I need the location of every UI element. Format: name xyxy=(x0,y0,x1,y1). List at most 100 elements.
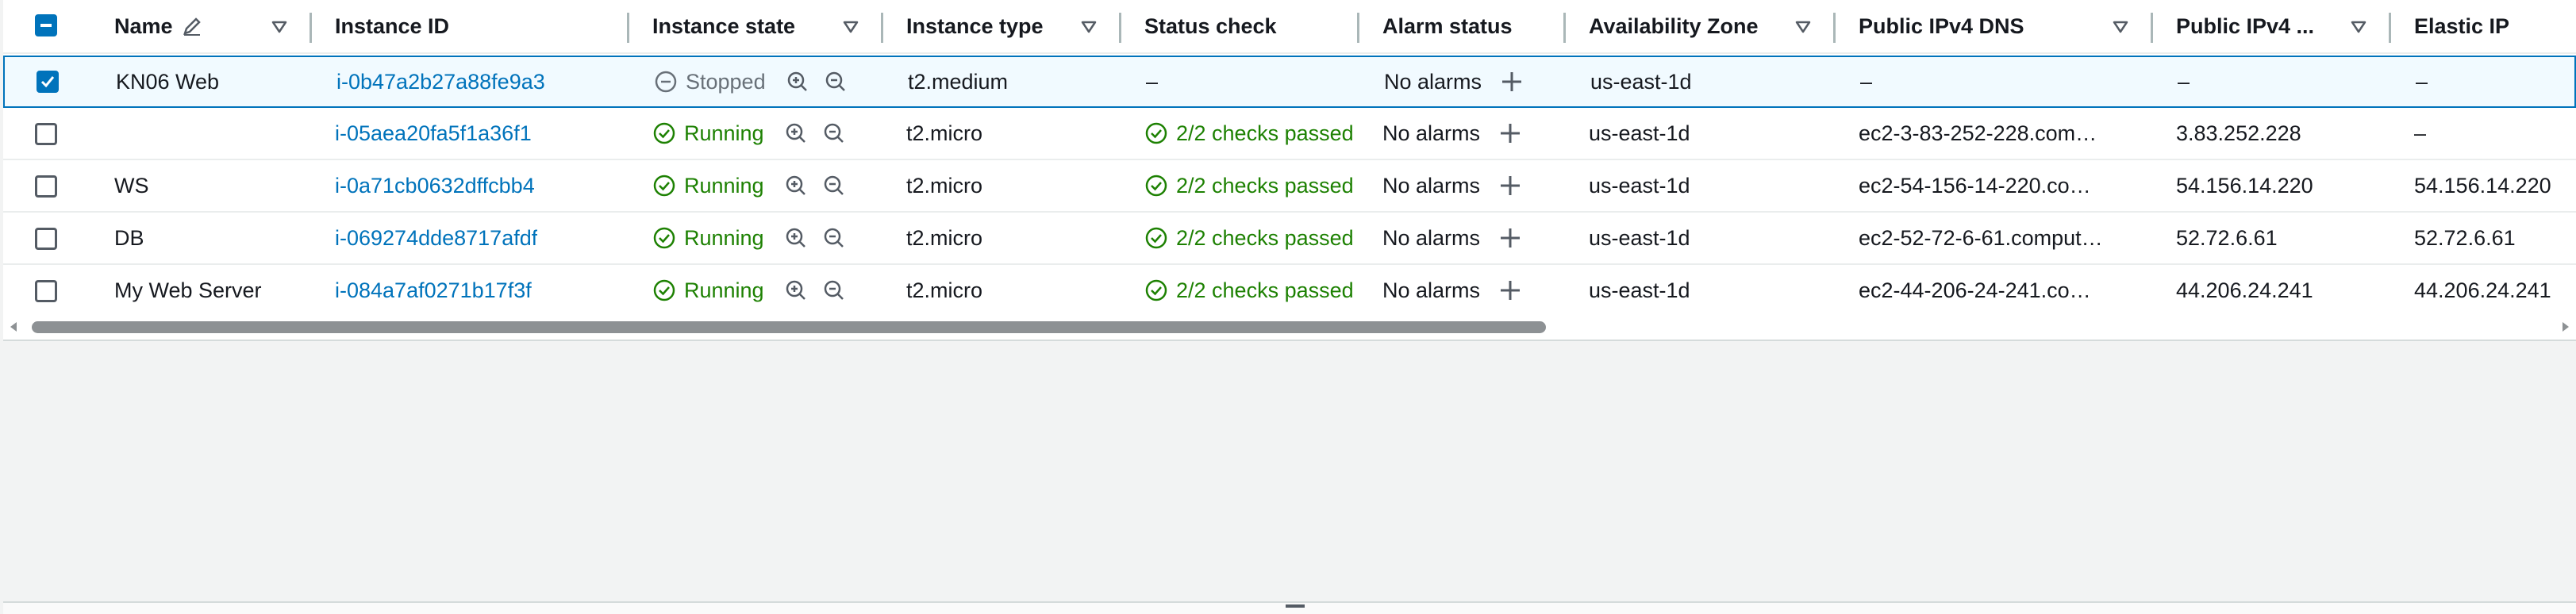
zoom-in-icon[interactable] xyxy=(782,224,810,252)
column-resizer[interactable] xyxy=(627,13,629,43)
instance-state: Running xyxy=(652,160,848,211)
status-check: 2/2 checks passed xyxy=(1144,108,1360,159)
filter-caret-icon[interactable] xyxy=(1794,17,1813,40)
alarm-status-label: No alarms xyxy=(1382,278,1481,302)
plus-icon[interactable] xyxy=(1498,67,1526,96)
column-label: Instance state xyxy=(652,13,796,38)
status-check-label: 2/2 checks passed xyxy=(1176,173,1354,198)
column-header-availability-zone[interactable]: Availability Zone xyxy=(1589,0,1759,52)
instance-type: t2.micro xyxy=(906,173,983,198)
column-header-public-ipv4-dns[interactable]: Public IPv4 DNS xyxy=(1859,0,2024,52)
table-row[interactable]: i-05aea20fa5f1a36f1 Running t2.micro 2/2… xyxy=(3,108,2576,160)
plus-icon[interactable] xyxy=(1496,224,1524,252)
table-row[interactable]: My Web Server i-084a7af0271b17f3f Runnin… xyxy=(3,265,2576,317)
instance-name: My Web Server xyxy=(114,278,262,302)
instance-state-label: Running xyxy=(684,121,764,145)
column-header-name[interactable]: Name xyxy=(114,0,203,52)
table-row[interactable]: DB i-069274dde8717afdf Running t2.micro … xyxy=(3,213,2576,265)
public-ipv4-dns: – xyxy=(1860,69,1873,94)
horizontal-scrollbar[interactable] xyxy=(3,316,2576,338)
check-passed-icon xyxy=(1144,174,1168,198)
split-panel-divider[interactable] xyxy=(3,601,2576,614)
row-checkbox[interactable] xyxy=(37,71,59,93)
column-label: Instance type xyxy=(906,13,1044,38)
column-label: Alarm status xyxy=(1382,13,1513,38)
instance-state-label: Running xyxy=(684,173,764,198)
check-passed-icon xyxy=(1144,226,1168,250)
scrollbar-thumb[interactable] xyxy=(32,321,1546,333)
column-header-instance-type[interactable]: Instance type xyxy=(906,0,1044,52)
column-resizer[interactable] xyxy=(1119,13,1121,43)
resize-handle-icon[interactable] xyxy=(1286,604,1305,608)
instance-name: KN06 Web xyxy=(116,69,220,94)
instance-state: Running xyxy=(652,265,848,316)
alarm-status-label: No alarms xyxy=(1384,69,1482,94)
table-row[interactable]: WS i-0a71cb0632dffcbb4 Running t2.micro … xyxy=(3,160,2576,213)
alarm-status: No alarms xyxy=(1382,160,1524,211)
zoom-in-icon[interactable] xyxy=(782,276,810,305)
zoom-out-icon[interactable] xyxy=(820,119,848,148)
instance-state-label: Running xyxy=(684,278,764,302)
zoom-in-icon[interactable] xyxy=(782,119,810,148)
plus-icon[interactable] xyxy=(1496,276,1524,305)
check-passed-icon xyxy=(1144,278,1168,302)
column-resizer[interactable] xyxy=(1563,13,1566,43)
zoom-in-icon[interactable] xyxy=(782,171,810,200)
public-ipv4: 54.156.14.220 xyxy=(2176,173,2313,198)
alarm-status: No alarms xyxy=(1382,108,1524,159)
instance-state: Running xyxy=(652,108,848,159)
row-checkbox[interactable] xyxy=(35,175,57,198)
column-resizer[interactable] xyxy=(881,13,883,43)
instance-id-link[interactable]: i-069274dde8717afdf xyxy=(335,213,537,263)
filter-caret-icon[interactable] xyxy=(270,17,289,40)
zoom-out-icon[interactable] xyxy=(821,67,850,96)
public-ipv4: 44.206.24.241 xyxy=(2176,278,2313,302)
alarm-status: No alarms xyxy=(1384,57,1526,106)
zoom-in-icon[interactable] xyxy=(783,67,812,96)
instance-id-link[interactable]: i-0a71cb0632dffcbb4 xyxy=(335,160,535,211)
filter-caret-icon[interactable] xyxy=(2349,17,2368,40)
instance-id-link[interactable]: i-0b47a2b27a88fe9a3 xyxy=(336,57,545,106)
column-header-public-ipv4[interactable]: Public IPv4 ... xyxy=(2176,0,2314,52)
instance-state-label: Stopped xyxy=(686,69,766,94)
instance-id-link[interactable]: i-05aea20fa5f1a36f1 xyxy=(335,108,532,159)
column-resizer[interactable] xyxy=(2151,13,2153,43)
instance-name: WS xyxy=(114,173,149,198)
row-checkbox[interactable] xyxy=(35,280,57,302)
pencil-icon[interactable] xyxy=(181,15,203,37)
column-header-elastic-ip[interactable]: Elastic IP xyxy=(2414,0,2509,52)
availability-zone: us-east-1d xyxy=(1589,173,1690,198)
filter-caret-icon[interactable] xyxy=(1079,17,1098,40)
zoom-out-icon[interactable] xyxy=(820,276,848,305)
column-header-instance-id[interactable]: Instance ID xyxy=(335,0,449,52)
column-label: Status check xyxy=(1144,13,1277,38)
select-all-checkbox[interactable] xyxy=(35,14,57,36)
elastic-ip: 44.206.24.241 xyxy=(2414,278,2551,302)
column-resizer[interactable] xyxy=(310,13,312,43)
instance-id-link[interactable]: i-084a7af0271b17f3f xyxy=(335,265,532,316)
filter-caret-icon[interactable] xyxy=(2111,17,2130,40)
row-checkbox[interactable] xyxy=(35,123,57,145)
instance-type: t2.micro xyxy=(906,121,983,145)
scroll-left-arrow-icon[interactable] xyxy=(8,320,19,337)
row-checkbox[interactable] xyxy=(35,228,57,250)
status-check: – xyxy=(1146,69,1159,94)
column-header-status-check[interactable]: Status check xyxy=(1144,0,1277,52)
table-row[interactable]: KN06 Web i-0b47a2b27a88fe9a3 Stopped t2.… xyxy=(3,56,2576,108)
column-resizer[interactable] xyxy=(1833,13,1836,43)
availability-zone: us-east-1d xyxy=(1589,121,1690,145)
zoom-out-icon[interactable] xyxy=(820,171,848,200)
alarm-status: No alarms xyxy=(1382,213,1524,263)
filter-caret-icon[interactable] xyxy=(841,17,860,40)
column-header-alarm-status[interactable]: Alarm status xyxy=(1382,0,1513,52)
column-header-instance-state[interactable]: Instance state xyxy=(652,0,795,52)
column-resizer[interactable] xyxy=(2389,13,2391,43)
column-label: Name xyxy=(114,13,173,38)
column-resizer[interactable] xyxy=(1357,13,1359,43)
scroll-right-arrow-icon[interactable] xyxy=(2560,320,2571,337)
plus-icon[interactable] xyxy=(1496,171,1524,200)
zoom-out-icon[interactable] xyxy=(820,224,848,252)
plus-icon[interactable] xyxy=(1496,119,1524,148)
instances-table: Name Instance ID Instance state Instance… xyxy=(3,0,2576,341)
public-ipv4-dns: ec2-54-156-14-220.co… xyxy=(1859,173,2091,198)
